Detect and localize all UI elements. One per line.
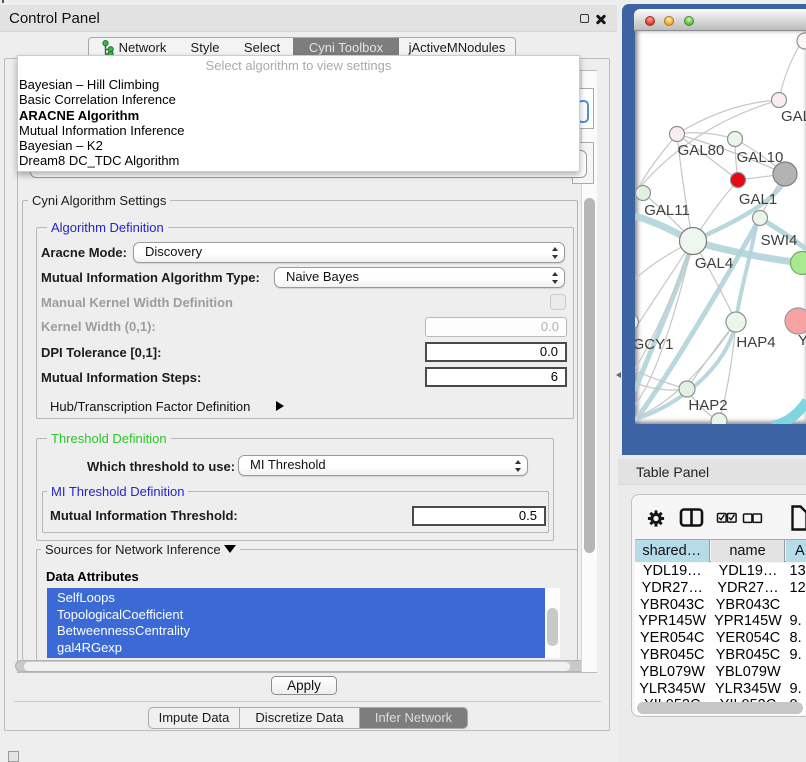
svg-text:GAL4: GAL4 (695, 255, 733, 272)
svg-text:SWI4: SWI4 (761, 232, 798, 249)
svg-text:GCY1: GCY1 (635, 336, 673, 353)
svg-text:GAL1: GAL1 (739, 191, 777, 208)
svg-text:GAL11: GAL11 (644, 202, 690, 219)
svg-text:HAP2: HAP2 (688, 397, 727, 414)
svg-text:GAL10: GAL10 (737, 149, 784, 166)
svg-text:Y: Y (798, 332, 806, 349)
svg-text:GAL: GAL (781, 108, 806, 125)
svg-text:HAP4: HAP4 (736, 334, 775, 351)
svg-text:GAL80: GAL80 (678, 142, 725, 159)
